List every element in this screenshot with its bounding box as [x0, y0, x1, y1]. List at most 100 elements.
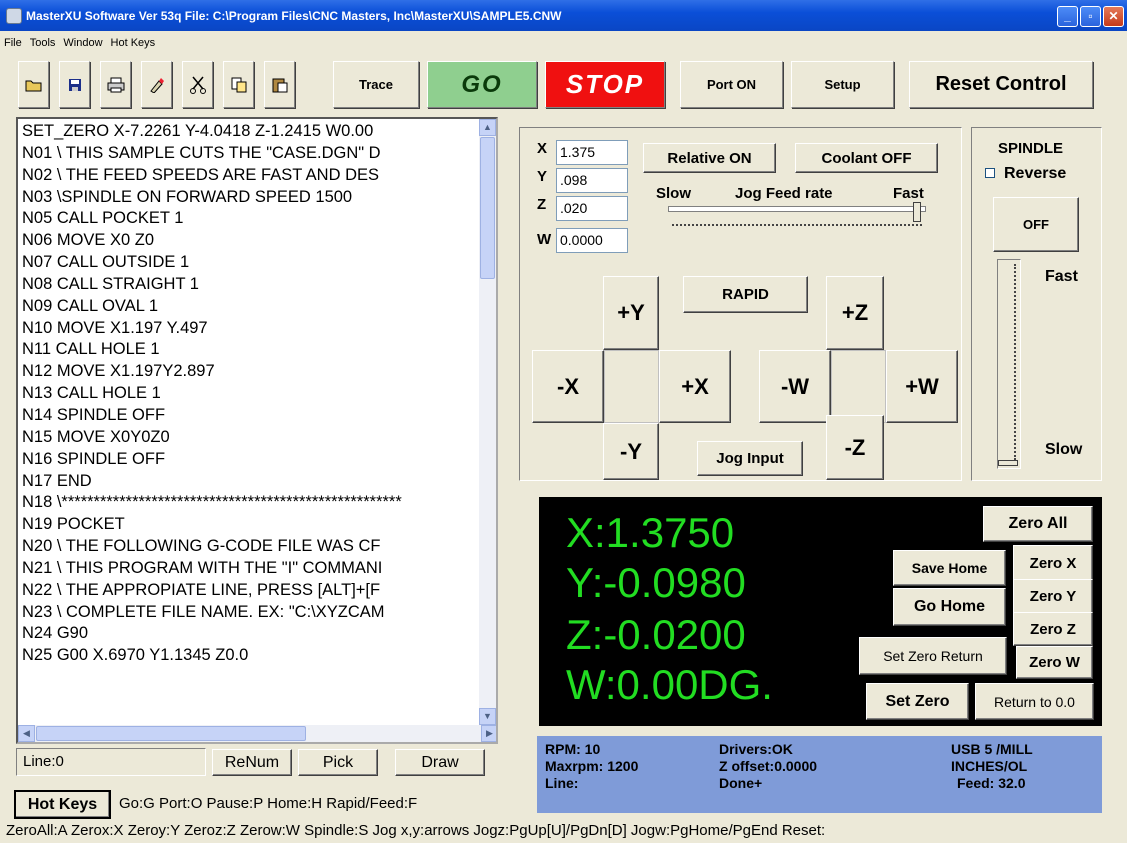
set-zero-button[interactable]: Set Zero [866, 683, 969, 720]
reset-control-button[interactable]: Reset Control [909, 61, 1093, 108]
print-button[interactable] [100, 61, 131, 108]
code-line[interactable]: N15 MOVE X0Y0Z0 [22, 427, 482, 449]
units-status: INCHES/OL [951, 758, 1028, 774]
xy-jog-center [604, 350, 659, 423]
reverse-checkbox[interactable] [985, 168, 995, 178]
vertical-scroll-thumb[interactable] [480, 137, 495, 279]
z-jog-input[interactable]: .020 [556, 196, 628, 221]
code-line[interactable]: N08 CALL STRAIGHT 1 [22, 274, 482, 296]
code-line[interactable]: N24 G90 [22, 623, 482, 645]
maximize-button[interactable]: ▫ [1080, 6, 1101, 27]
minus-z-button[interactable]: -Z [826, 415, 884, 480]
horizontal-scrollbar[interactable]: ◀ ▶ [18, 725, 496, 742]
paste-icon [272, 78, 287, 92]
copy-button[interactable] [223, 61, 254, 108]
set-zero-return-button[interactable]: Set Zero Return [859, 637, 1007, 675]
x-jog-input[interactable]: 1.375 [556, 140, 628, 165]
go-button[interactable]: GO [427, 61, 537, 108]
y-jog-input[interactable]: .098 [556, 168, 628, 193]
code-line[interactable]: N13 CALL HOLE 1 [22, 383, 482, 405]
zero-y-button[interactable]: Zero Y [1013, 579, 1093, 614]
renum-button[interactable]: ReNum [212, 749, 292, 776]
paste-button[interactable] [264, 61, 295, 108]
pick-button[interactable]: Pick [298, 749, 378, 776]
zero-w-button[interactable]: Zero W [1016, 646, 1093, 679]
go-home-button[interactable]: Go Home [893, 588, 1006, 626]
code-line[interactable]: N17 END [22, 471, 482, 493]
code-line[interactable]: N09 CALL OVAL 1 [22, 296, 482, 318]
code-line[interactable]: SET_ZERO X-7.2261 Y-4.0418 Z-1.2415 W0.0… [22, 121, 482, 143]
hot-keys-button[interactable]: Hot Keys [14, 790, 111, 819]
jog-feed-slider-thumb[interactable] [913, 202, 921, 222]
save-home-button[interactable]: Save Home [893, 550, 1006, 586]
code-line[interactable]: N02 \ THE FEED SPEEDS ARE FAST AND DES [22, 165, 482, 187]
spindle-off-button[interactable]: OFF [993, 197, 1079, 252]
relative-toggle-button[interactable]: Relative ON [643, 143, 776, 173]
minimize-button[interactable]: _ [1057, 6, 1078, 27]
gcode-lines[interactable]: SET_ZERO X-7.2261 Y-4.0418 Z-1.2415 W0.0… [22, 121, 482, 667]
menu-file[interactable]: File [4, 37, 22, 49]
zero-x-button[interactable]: Zero X [1013, 545, 1093, 581]
scroll-right-icon[interactable]: ▶ [481, 725, 496, 742]
copy-icon [231, 77, 246, 92]
port-button[interactable]: Port ON [680, 61, 783, 108]
minus-w-button[interactable]: -W [759, 350, 831, 423]
code-line[interactable]: N07 CALL OUTSIDE 1 [22, 252, 482, 274]
scroll-up-icon[interactable]: ▲ [479, 119, 496, 136]
scroll-down-icon[interactable]: ▼ [479, 708, 496, 725]
scroll-left-icon[interactable]: ◀ [18, 725, 35, 742]
jog-input-button[interactable]: Jog Input [697, 441, 803, 476]
setup-button[interactable]: Setup [791, 61, 894, 108]
menu-hot-keys[interactable]: Hot Keys [111, 37, 156, 49]
save-button[interactable] [59, 61, 90, 108]
code-line[interactable]: N25 G00 X.6970 Y1.1345 Z0.0 [22, 645, 482, 667]
dro-w-readout: W:0.00DG. [566, 661, 773, 708]
code-line[interactable]: N16 SPINDLE OFF [22, 449, 482, 471]
w-jog-input[interactable]: 0.0000 [556, 228, 628, 253]
open-button[interactable] [18, 61, 49, 108]
code-line[interactable]: N05 CALL POCKET 1 [22, 208, 482, 230]
plus-x-button[interactable]: +X [659, 350, 731, 423]
code-line[interactable]: N03 \SPINDLE ON FORWARD SPEED 1500 [22, 187, 482, 209]
spindle-speed-slider[interactable] [997, 259, 1021, 469]
code-line[interactable]: N23 \ COMPLETE FILE NAME. EX: "C:\XYZCAM [22, 602, 482, 624]
plus-y-button[interactable]: +Y [603, 276, 659, 350]
close-button[interactable]: ✕ [1103, 6, 1124, 27]
jog-feed-slider-track[interactable] [668, 206, 926, 212]
minus-x-button[interactable]: -X [532, 350, 604, 423]
zero-all-button[interactable]: Zero All [983, 506, 1093, 542]
spindle-slider-thumb[interactable] [998, 460, 1018, 466]
code-line[interactable]: N22 \ THE APPROPIATE LINE, PRESS [ALT]+[… [22, 580, 482, 602]
vertical-scrollbar[interactable]: ▲ ▼ [479, 119, 496, 725]
return-to-zero-button[interactable]: Return to 0.0 [975, 683, 1094, 720]
plus-w-button[interactable]: +W [886, 350, 958, 423]
code-line[interactable]: N14 SPINDLE OFF [22, 405, 482, 427]
zero-z-button[interactable]: Zero Z [1013, 612, 1093, 646]
code-line[interactable]: N12 MOVE X1.197Y2.897 [22, 361, 482, 383]
minus-y-button[interactable]: -Y [603, 423, 659, 480]
gcode-editor[interactable]: SET_ZERO X-7.2261 Y-4.0418 Z-1.2415 W0.0… [16, 117, 498, 744]
stop-button[interactable]: STOP [545, 61, 665, 108]
trace-button[interactable]: Trace [333, 61, 419, 108]
code-line[interactable]: N18 \***********************************… [22, 492, 482, 514]
rapid-button[interactable]: RAPID [683, 276, 808, 313]
done-status: Done+ [719, 775, 763, 791]
plus-z-button[interactable]: +Z [826, 276, 884, 350]
code-line[interactable]: N11 CALL HOLE 1 [22, 339, 482, 361]
eraser-button[interactable] [141, 61, 172, 108]
draw-button[interactable]: Draw [395, 749, 485, 776]
menu-window[interactable]: Window [63, 37, 102, 49]
code-line[interactable]: N01 \ THIS SAMPLE CUTS THE "CASE.DGN" D [22, 143, 482, 165]
cut-button[interactable] [182, 61, 213, 108]
w-field-label: W [537, 231, 552, 248]
code-line[interactable]: N10 MOVE X1.197 Y.497 [22, 318, 482, 340]
code-line[interactable]: N21 \ THIS PROGRAM WITH THE "I" COMMANI [22, 558, 482, 580]
horizontal-scroll-thumb[interactable] [36, 726, 306, 741]
slider-ticks [672, 224, 922, 226]
code-line[interactable]: N20 \ THE FOLLOWING G-CODE FILE WAS CF [22, 536, 482, 558]
code-line[interactable]: N19 POCKET [22, 514, 482, 536]
code-line[interactable]: N06 MOVE X0 Z0 [22, 230, 482, 252]
dro-z-readout: Z:-0.0200 [566, 611, 746, 658]
coolant-toggle-button[interactable]: Coolant OFF [795, 143, 938, 173]
menu-tools[interactable]: Tools [30, 37, 56, 49]
